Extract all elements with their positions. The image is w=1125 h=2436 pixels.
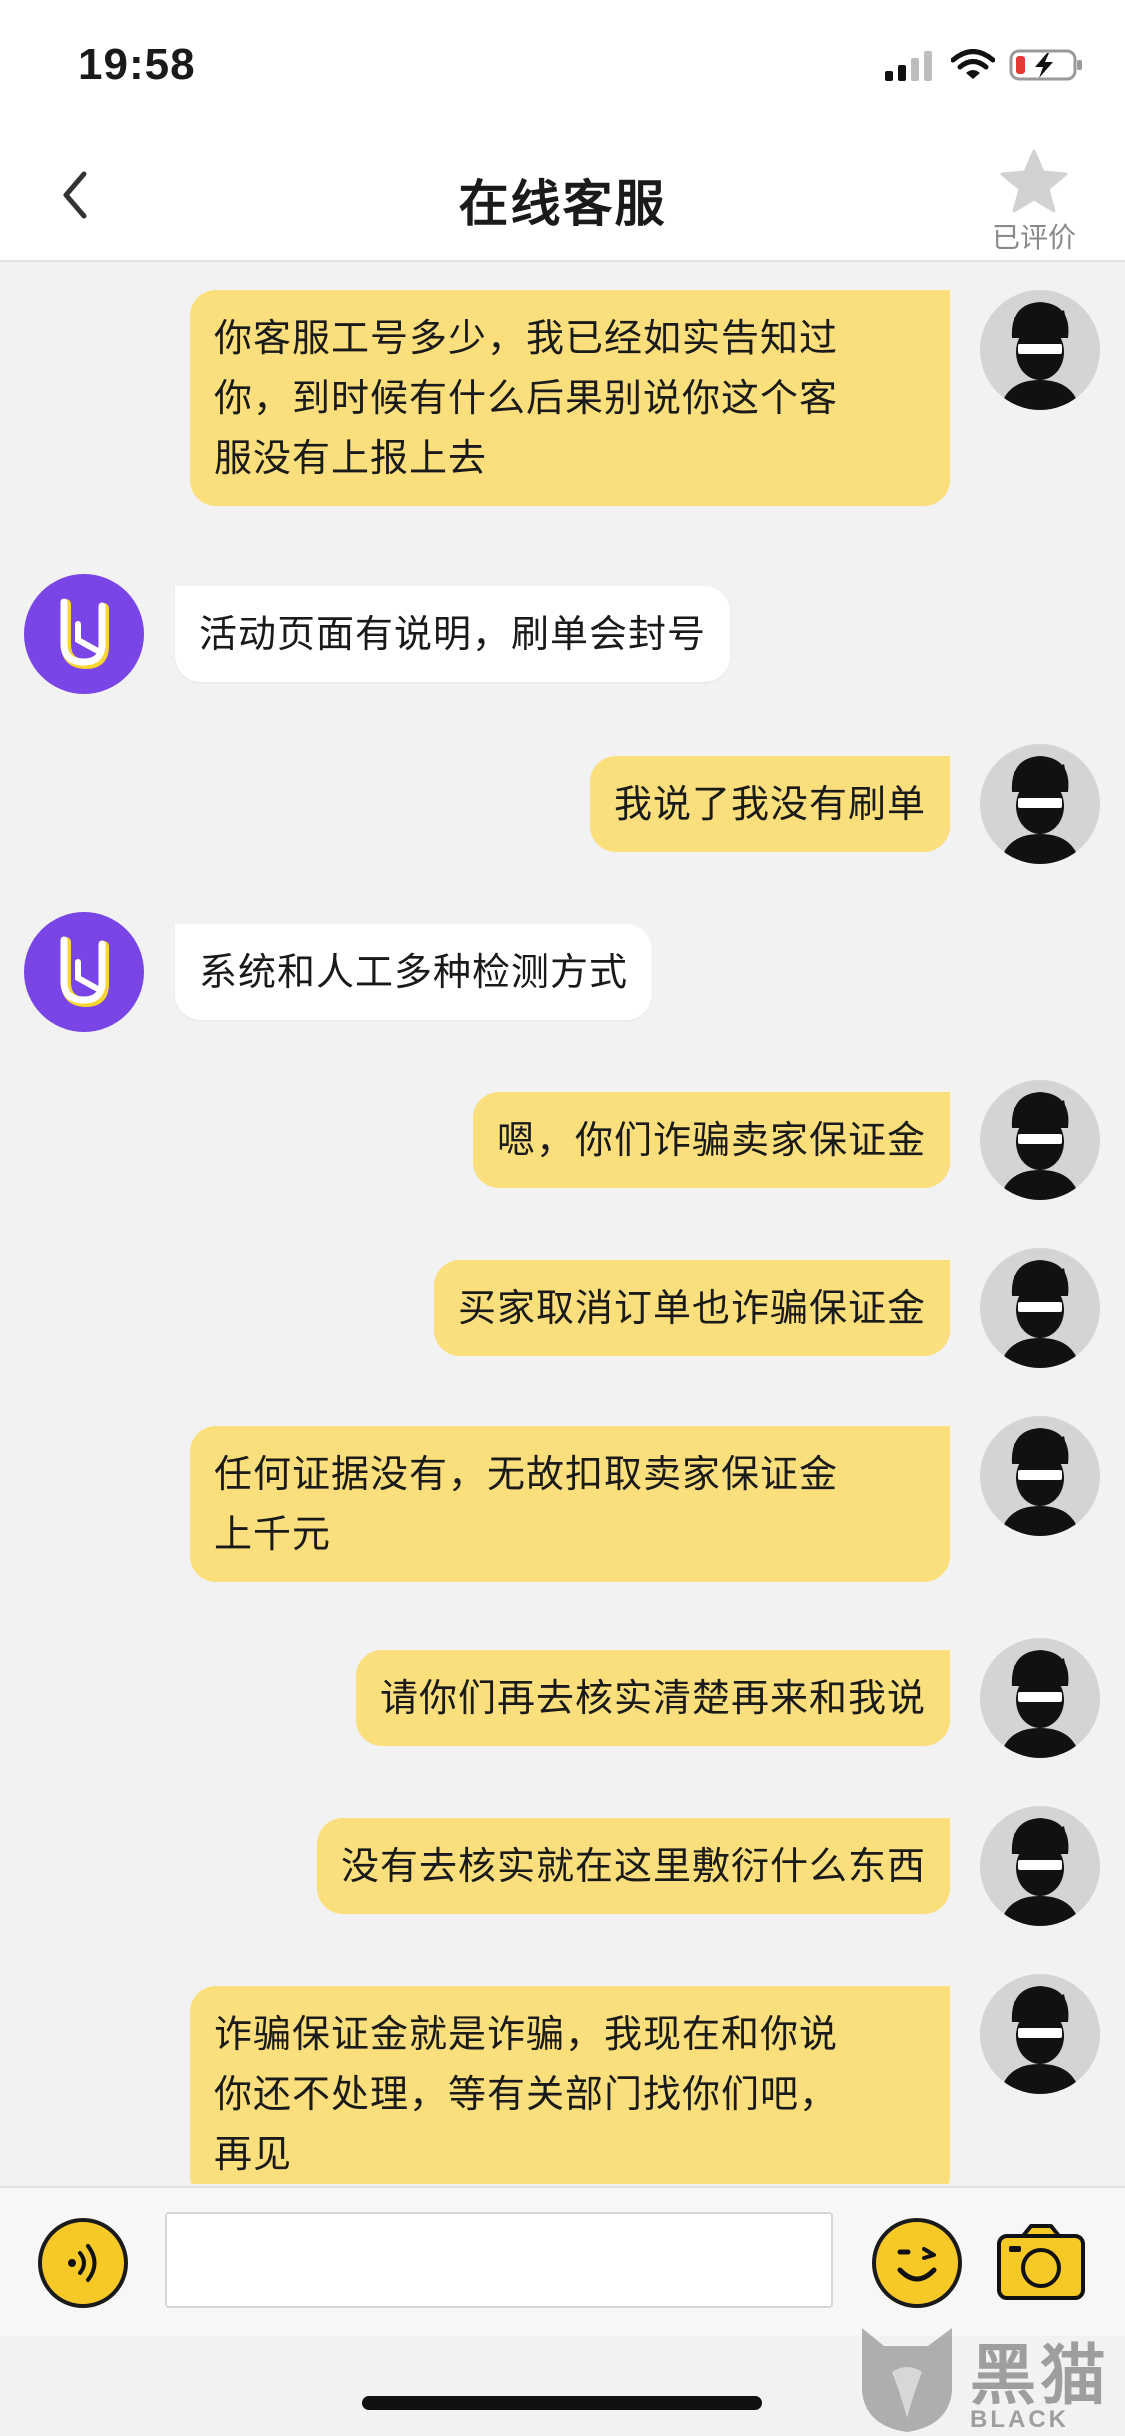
home-indicator[interactable] xyxy=(362,2396,762,2410)
battery-icon xyxy=(1009,49,1082,81)
user-avatar-icon xyxy=(1000,1428,1080,1536)
watermark-title: 黑猫 xyxy=(970,2337,1110,2414)
voice-icon xyxy=(68,2244,97,2282)
message-bubble[interactable]: 请你们再去核实清楚再来和我说 xyxy=(355,1650,950,1746)
page-title: 在线客服 xyxy=(458,175,667,233)
camera-icon xyxy=(997,2224,1085,2300)
user-avatar-icon xyxy=(1000,302,1080,410)
user-avatar[interactable] xyxy=(980,744,1100,864)
emoji-icon xyxy=(897,2247,937,2282)
message-input[interactable] xyxy=(165,2212,833,2308)
signal-icon xyxy=(885,51,932,81)
user-avatar-icon xyxy=(1000,1092,1080,1200)
message-bubble[interactable]: 诈骗保证金就是诈骗，我现在和你说 你还不处理，等有关部门找你们吧， 再见 xyxy=(190,1986,950,2184)
watermark-subtitle: BLACK CAT xyxy=(970,2406,1069,2436)
agent-avatar[interactable] xyxy=(24,574,144,694)
user-avatar-icon xyxy=(1000,1986,1080,2094)
nav-bar: 在线客服 已评价 xyxy=(0,130,1125,262)
message-item: 没有去核实就在这里敷衍什么东西 xyxy=(0,1806,1125,1926)
agent-avatar-icon xyxy=(60,936,109,1008)
user-avatar[interactable] xyxy=(980,1974,1100,2094)
user-avatar[interactable] xyxy=(980,1080,1100,1200)
wifi-icon xyxy=(951,49,995,79)
message-item: 你客服工号多少，我已经如实告知过 你，到时候有什么后果别说你这个客 服没有上报上… xyxy=(0,290,1125,506)
user-avatar-icon xyxy=(1000,1818,1080,1926)
message-bubble[interactable]: 活动页面有说明，刷单会封号 xyxy=(175,586,731,682)
message-item: 嗯，你们诈骗卖家保证金 xyxy=(0,1080,1125,1200)
watermark: 黑猫 BLACK CAT xyxy=(852,2322,1122,2436)
star-icon xyxy=(1000,149,1068,213)
user-avatar-icon xyxy=(1000,756,1080,864)
input-bar xyxy=(0,2186,1125,2336)
voice-button[interactable] xyxy=(38,2218,128,2308)
message-item: 系统和人工多种检测方式 xyxy=(0,912,1125,1032)
user-avatar[interactable] xyxy=(980,1416,1100,1536)
user-avatar-icon xyxy=(1000,1650,1080,1758)
agent-avatar[interactable] xyxy=(24,912,144,1032)
message-item: 诈骗保证金就是诈骗，我现在和你说 你还不处理，等有关部门找你们吧， 再见 xyxy=(0,1974,1125,2184)
message-bubble[interactable]: 你客服工号多少，我已经如实告知过 你，到时候有什么后果别说你这个客 服没有上报上… xyxy=(190,290,950,506)
rate-button[interactable]: 已评价 xyxy=(979,148,1089,256)
message-bubble[interactable]: 系统和人工多种检测方式 xyxy=(175,924,653,1020)
message-bubble[interactable]: 任何证据没有，无故扣取卖家保证金 上千元 xyxy=(190,1426,950,1582)
status-icons xyxy=(883,48,1085,82)
message-item: 任何证据没有，无故扣取卖家保证金 上千元 xyxy=(0,1416,1125,1582)
user-avatar-icon xyxy=(1000,1260,1080,1368)
message-item: 活动页面有说明，刷单会封号 xyxy=(0,574,1125,694)
emoji-button[interactable] xyxy=(872,2218,962,2308)
agent-avatar-icon xyxy=(60,598,109,670)
rate-label: 已评价 xyxy=(991,221,1076,254)
message-bubble[interactable]: 买家取消订单也诈骗保证金 xyxy=(433,1260,950,1356)
message-item: 买家取消订单也诈骗保证金 xyxy=(0,1248,1125,1368)
cat-logo-icon xyxy=(862,2328,952,2432)
camera-button[interactable] xyxy=(995,2218,1087,2308)
message-item: 我说了我没有刷单 xyxy=(0,744,1125,864)
user-avatar[interactable] xyxy=(980,1638,1100,1758)
message-list[interactable]: 你客服工号多少，我已经如实告知过 你，到时候有什么后果别说你这个客 服没有上报上… xyxy=(0,264,1125,2184)
message-bubble[interactable]: 嗯，你们诈骗卖家保证金 xyxy=(472,1092,950,1188)
message-bubble[interactable]: 没有去核实就在这里敷衍什么东西 xyxy=(316,1818,950,1914)
message-bubble[interactable]: 我说了我没有刷单 xyxy=(589,756,950,852)
message-item: 请你们再去核实清楚再来和我说 xyxy=(0,1638,1125,1758)
status-time: 19:58 xyxy=(78,40,196,89)
status-bar: 19:58 xyxy=(0,0,1125,130)
user-avatar[interactable] xyxy=(980,290,1100,410)
user-avatar[interactable] xyxy=(980,1806,1100,1926)
user-avatar[interactable] xyxy=(980,1248,1100,1368)
